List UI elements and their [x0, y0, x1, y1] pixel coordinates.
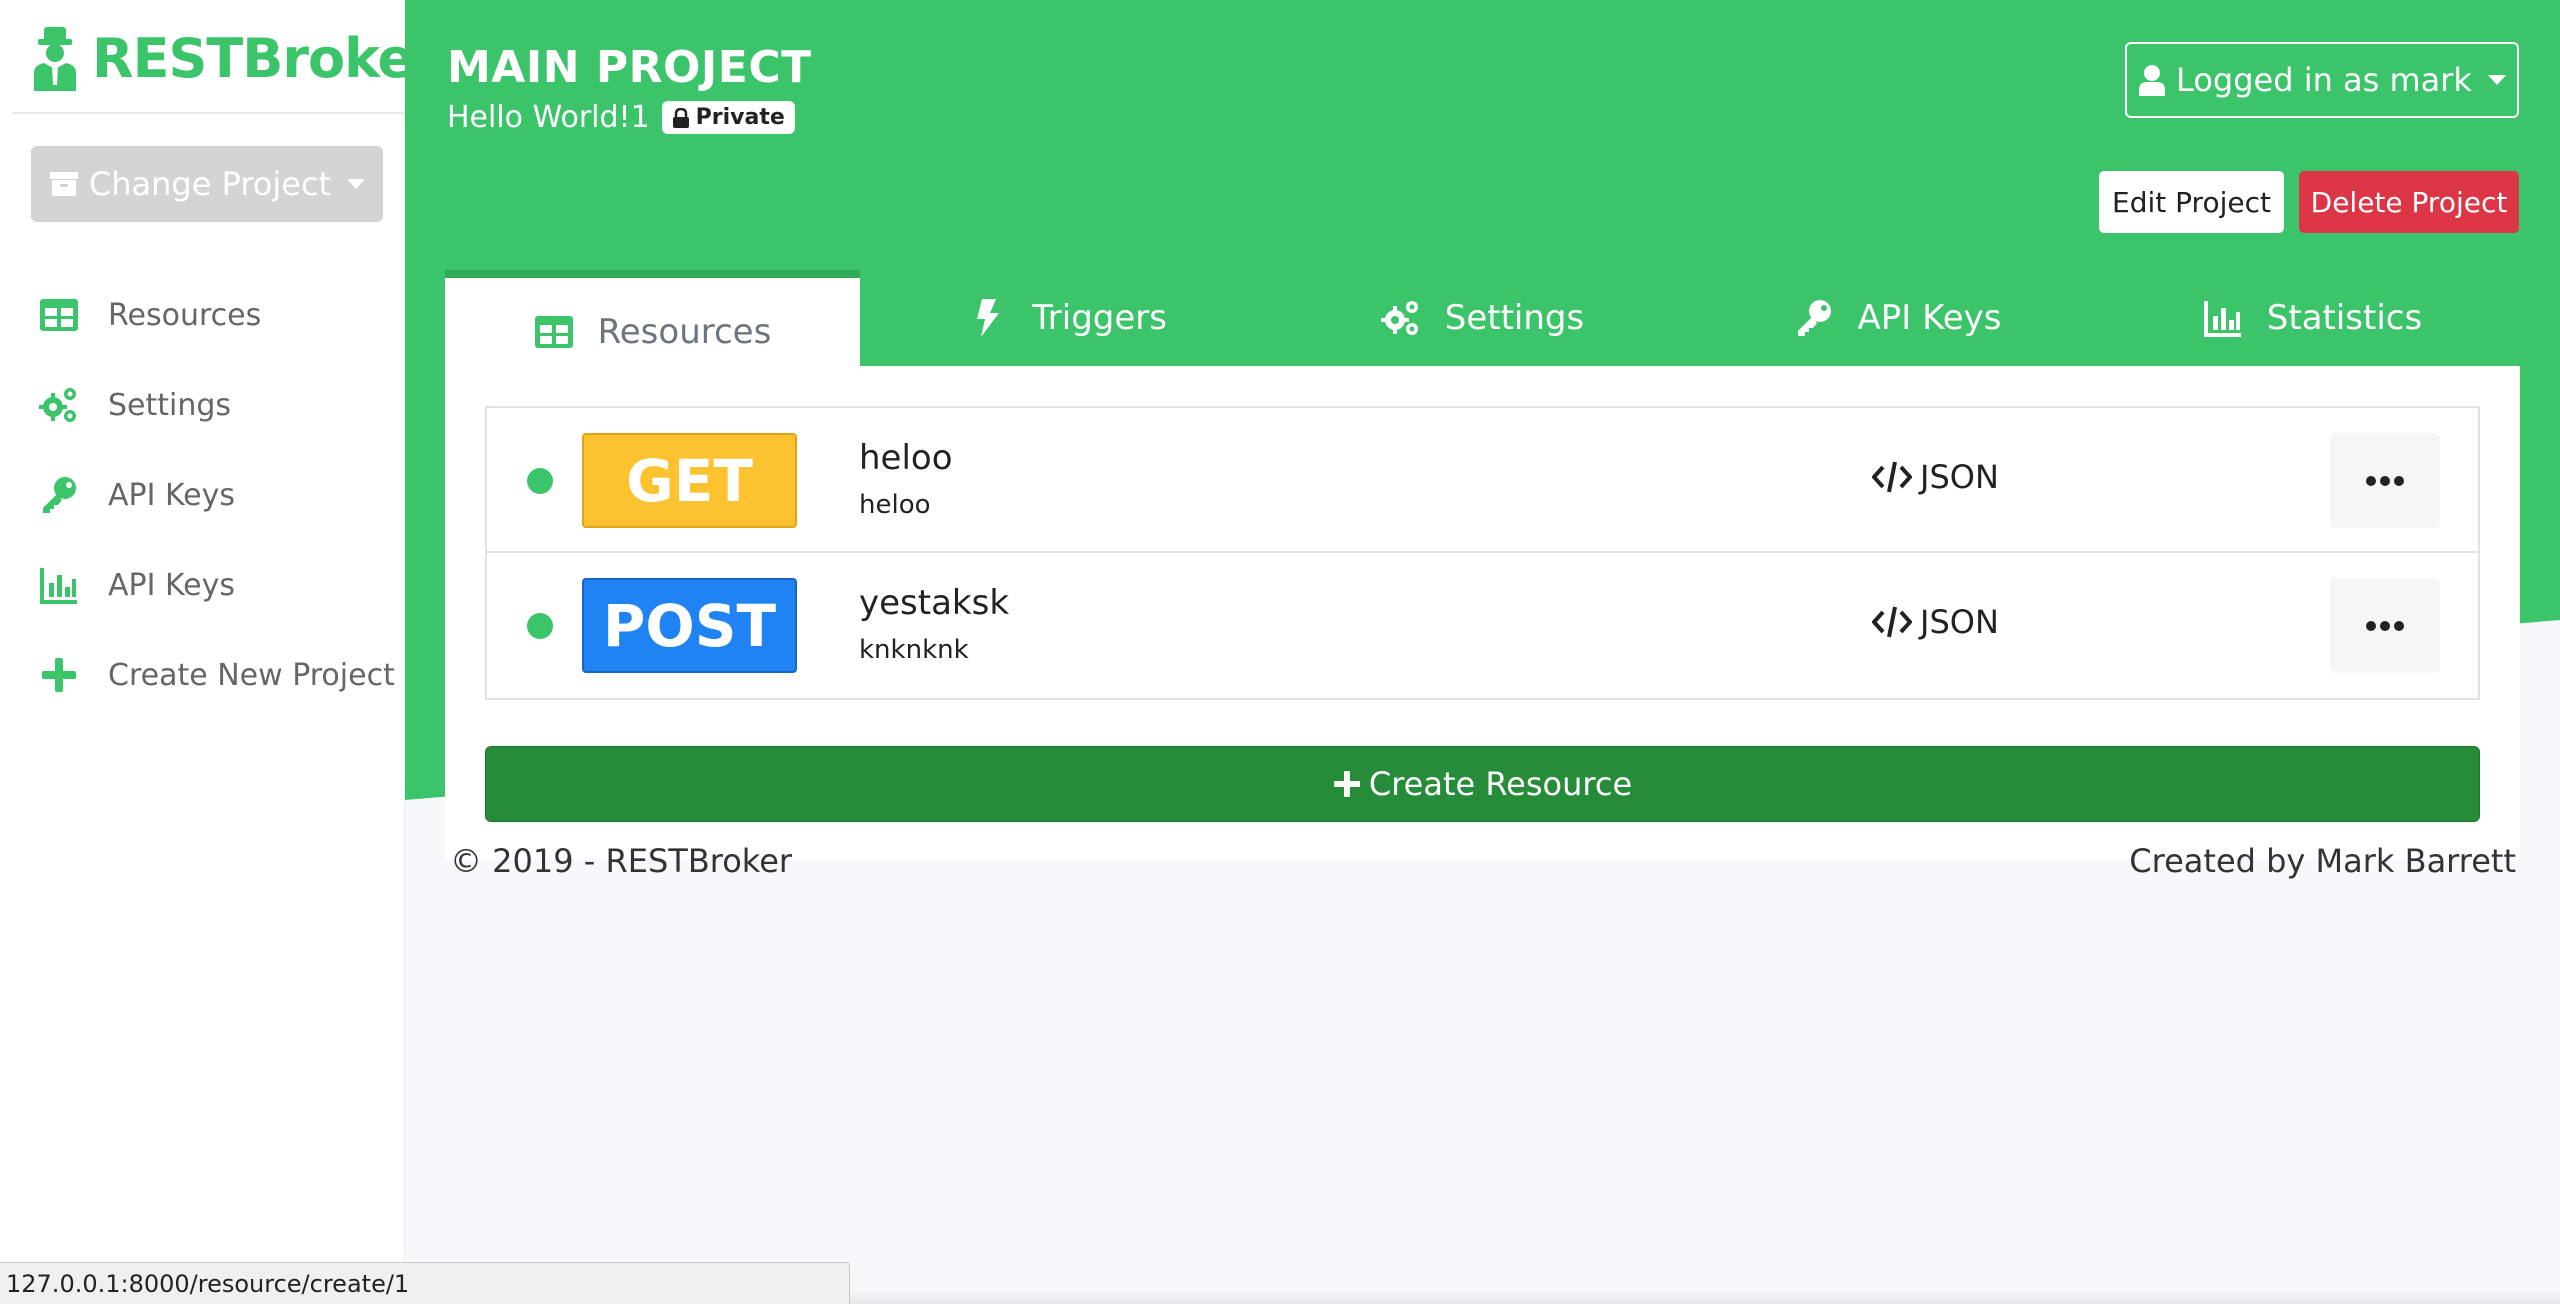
more-options-button[interactable] [2330, 433, 2440, 528]
resource-list: GET heloo heloo JSON POST yestaksk knknk… [485, 406, 2480, 700]
method-badge: POST [582, 578, 797, 673]
code-icon [1872, 606, 1912, 638]
tab-statistics[interactable]: Statistics [2105, 270, 2520, 366]
tab-api-keys[interactable]: API Keys [1690, 270, 2105, 366]
sidebar-item-label: API Keys [108, 477, 236, 513]
sidebar-item-resources[interactable]: Resources [38, 270, 395, 360]
create-resource-label: Create Resource [1368, 765, 1633, 803]
plus-icon [1333, 771, 1360, 797]
user-icon [2139, 65, 2166, 96]
plus-icon [38, 654, 80, 696]
status-indicator [527, 468, 553, 494]
ellipsis-icon [2366, 475, 2404, 486]
status-indicator [527, 613, 553, 639]
divider [12, 112, 405, 114]
sidebar-nav: Resources Settings API Keys API Keys Cre… [38, 270, 395, 720]
resource-description: knknknk [859, 635, 969, 665]
brand-logo[interactable]: RESTBroker [30, 22, 440, 94]
tab-label: API Keys [1857, 298, 2002, 338]
resource-description: heloo [859, 490, 931, 520]
resource-name[interactable]: yestaksk [859, 583, 1009, 623]
tab-triggers[interactable]: Triggers [860, 270, 1275, 366]
code-icon [1872, 461, 1912, 493]
footer-copyright: © 2019 - RESTBroker [450, 842, 793, 880]
brand-name: RESTBroker [92, 26, 440, 90]
delete-project-button[interactable]: Delete Project [2299, 171, 2519, 233]
browser-status-url: 127.0.0.1:8000/resource/create/1 [0, 1262, 850, 1304]
method-badge: GET [582, 433, 797, 528]
ellipsis-icon [2366, 620, 2404, 631]
lock-icon [672, 107, 689, 128]
visibility-badge: Private [661, 101, 795, 134]
caret-down-icon [347, 179, 366, 189]
visibility-label: Private [695, 105, 785, 130]
sidebar-item-create-new-project[interactable]: Create New Project [38, 630, 395, 720]
create-resource-button[interactable]: Create Resource [485, 746, 2480, 822]
bar-chart-icon [38, 564, 80, 606]
user-menu-button[interactable]: Logged in as mark [2125, 42, 2519, 118]
more-options-button[interactable] [2330, 578, 2440, 673]
project-title: MAIN PROJECT [447, 42, 812, 93]
resource-format: JSON [1872, 458, 1999, 496]
tab-label: Statistics [2266, 298, 2423, 338]
sidebar-item-statistics[interactable]: API Keys [38, 540, 395, 630]
resource-row[interactable]: POST yestaksk knknknk JSON [487, 553, 2478, 698]
resource-name[interactable]: heloo [859, 438, 953, 478]
sidebar-item-label: Create New Project [108, 657, 395, 693]
tab-resources[interactable]: Resources [445, 270, 860, 370]
sidebar: RESTBroker Change Project Resources Sett… [0, 0, 440, 1304]
resource-row[interactable]: GET heloo heloo JSON [487, 408, 2478, 553]
tab-label: Resources [597, 312, 772, 352]
gears-icon [38, 384, 80, 426]
archive-icon [49, 172, 78, 196]
change-project-dropdown[interactable]: Change Project [31, 146, 383, 222]
change-project-label: Change Project [88, 165, 332, 203]
tab-settings[interactable]: Settings [1275, 270, 1690, 366]
key-icon [1797, 300, 1831, 336]
resources-panel: GET heloo heloo JSON POST yestaksk knknk… [445, 366, 2520, 860]
table-icon [38, 294, 80, 336]
format-label: JSON [1920, 458, 1999, 496]
sidebar-item-settings[interactable]: Settings [38, 360, 395, 450]
project-subtitle: Hello World!1 [447, 100, 650, 135]
sidebar-item-label: Resources [108, 297, 262, 333]
bar-chart-icon [2203, 301, 2241, 337]
tab-label: Triggers [1032, 298, 1167, 338]
sidebar-item-label: Settings [108, 387, 232, 423]
key-icon [38, 474, 80, 516]
sidebar-item-label: API Keys [108, 567, 236, 603]
bolt-icon [977, 299, 999, 337]
sidebar-item-api-keys[interactable]: API Keys [38, 450, 395, 540]
caret-down-icon [2487, 75, 2506, 85]
gears-icon [1380, 301, 1418, 335]
user-menu-label: Logged in as mark [2176, 61, 2472, 99]
edit-project-button[interactable]: Edit Project [2099, 171, 2284, 233]
format-label: JSON [1920, 603, 1999, 641]
table-icon [534, 316, 573, 348]
bottom-shadow [850, 1288, 2560, 1304]
project-tabs: Resources Triggers Settings API Keys Sta… [445, 270, 2520, 370]
footer-credit: Created by Mark Barrett [2129, 842, 2516, 880]
project-subtitle-row: Hello World!1 Private [447, 100, 795, 135]
agent-icon [34, 27, 76, 91]
tab-label: Settings [1444, 298, 1585, 338]
resource-format: JSON [1872, 603, 1999, 641]
